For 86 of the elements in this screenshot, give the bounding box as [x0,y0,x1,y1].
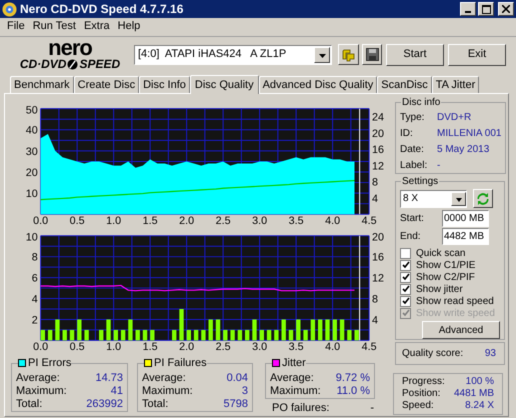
axis-label: 4.0 [325,341,340,354]
axis-label: 10 [26,188,38,200]
stat-label: Total: [142,398,168,410]
axis-label: 4.5 [362,341,377,354]
axis-label: 3.5 [288,215,304,226]
stat-value: 263992 [86,398,123,410]
axis-label: 3.0 [252,341,268,354]
logo-text: CD·DVD [20,58,66,70]
axis-label: 12 [372,160,384,172]
stat-value: 0.04 [226,372,248,384]
stat-label: Average: [16,372,60,384]
stat-value: 9.72 % [336,372,370,384]
stat-value: 41 [110,384,123,398]
group-title: Jitter [282,356,306,371]
axis-label: 8 [32,252,38,264]
axis-label: 24 [372,112,384,124]
info-value: 5 May 2013 [437,143,490,156]
group-title: Disc info [401,96,442,110]
axis-label: 3.5 [288,341,304,354]
progress-value: 100 % [466,376,494,388]
axis-label: 2.5 [216,341,231,354]
axis-label: 10 [26,232,38,244]
axis-label: 0.5 [70,341,85,354]
progress-label: Progress: [402,376,445,388]
axis-label: 16 [372,144,384,156]
axis-label: 4 [32,293,38,306]
group-title: PI Errors [28,356,72,371]
stat-value: 5798 [224,398,248,410]
axis-label: 4 [372,314,378,326]
axis-label: 8 [372,293,378,306]
progress-label: Position: [402,388,440,400]
axis-label: 20 [26,166,38,179]
logo-text: nero [48,39,92,57]
axis-label: 0.0 [33,341,48,354]
axis-label: 4.5 [362,215,377,226]
stat-label: Maximum: [270,384,321,398]
axis-label: 1.5 [142,215,158,226]
stat-value: 3 [242,384,248,398]
axis-label: 4.0 [325,215,340,226]
field-label: End: [400,230,422,244]
quality-value: 93 [484,347,496,361]
info-value: DVD+R [437,111,472,124]
window-title: Nero CD-DVD Speed 4.7.7.16 [20,1,184,18]
stat-value: 11.0 % [336,384,370,398]
axis-label: 0.0 [33,215,48,226]
axis-label: 2 [32,314,38,326]
axis-label: 1.0 [106,215,122,226]
axis-label: 8 [372,176,378,189]
axis-label: 50 [26,104,38,117]
stat-label: Average: [142,372,186,384]
axis-label: 12 [372,272,384,284]
axis-label: 30 [26,146,38,158]
axis-label: 40 [26,124,38,137]
stat-label: Average: [270,372,314,384]
axis-label: 2.0 [179,341,194,354]
axis-label: 2.0 [179,215,194,226]
stat-value: - [370,400,374,416]
stat-value: 14.73 [95,372,123,384]
progress-label: Speed: [402,400,434,412]
stat-label: Maximum: [16,384,67,398]
info-label: Type: [400,111,426,124]
axis-label: 2.5 [216,215,231,226]
info-label: Label: [400,159,428,172]
info-label: Date: [400,143,425,156]
field-label: Start: [400,212,425,226]
axis-label: 3.0 [252,215,268,226]
logo-text: SPEED [79,58,120,70]
axis-label: 4 [372,192,378,205]
axis-label: 0.5 [70,215,85,226]
quality-label: Quality score: [402,347,464,361]
axis-label: 1.5 [142,341,158,354]
info-value: - [437,159,440,172]
progress-value: 8.24 X [465,400,494,412]
group-title: Settings [401,175,440,189]
stat-label: PO failures: [272,400,330,416]
axis-label: 20 [372,232,384,244]
axis-label: 6 [32,272,38,284]
axis-label: 20 [372,128,384,140]
group-title: PI Failures [154,356,207,371]
progress-value: 4481 MB [454,388,494,400]
info-label: ID: [400,127,414,140]
stat-label: Total: [16,398,42,410]
info-value: MILLENIA 001 [437,127,502,140]
axis-label: 16 [372,252,384,264]
axis-label: 1.0 [106,341,122,354]
stat-label: Maximum: [142,384,193,398]
